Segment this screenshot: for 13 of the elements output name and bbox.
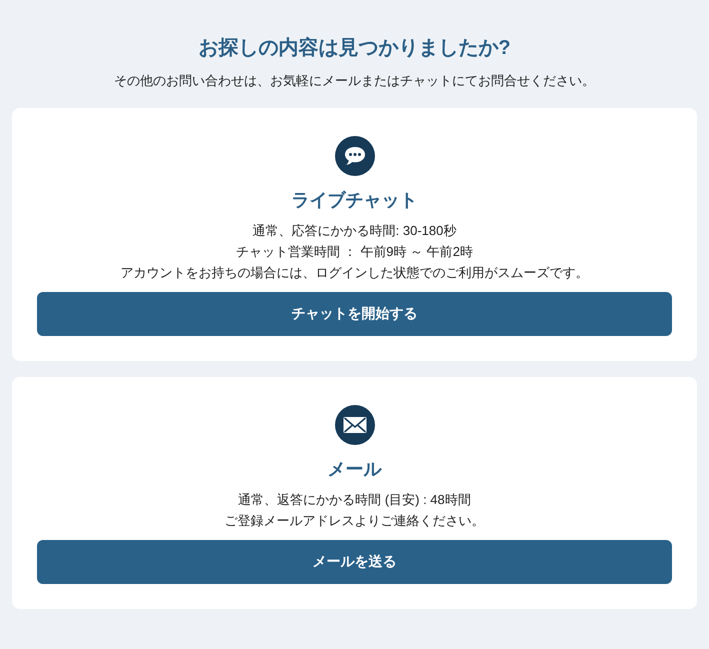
- card-info-text: アカウントをお持ちの場合には、ログインした状態でのご利用がスムーズです。: [120, 264, 588, 282]
- send-mail-button[interactable]: メールを送る: [37, 540, 672, 584]
- speech-bubble-icon: [334, 136, 374, 176]
- card-info-text: ご登録メールアドレスよりご連絡ください。: [224, 512, 484, 530]
- page-heading: お探しの内容は見つかりましたか?: [198, 36, 511, 61]
- card-info-text: 通常、応答にかかる時間: 30-180秒: [252, 222, 456, 240]
- envelope-icon: [334, 404, 374, 444]
- card-info-text: 通常、返答にかかる時間 (目安) : 48時間: [238, 490, 471, 509]
- card-title: メール: [328, 458, 382, 480]
- start-chat-button[interactable]: チャットを開始する: [37, 292, 672, 336]
- card-info-text: チャット営業時間 ： 午前9時 ～ 午前2時: [236, 242, 473, 260]
- page-subheading: その他のお問い合わせは、お気軽にメールまたはチャットにてお問合せください。: [114, 72, 595, 90]
- card-title: ライブチャット: [292, 188, 418, 212]
